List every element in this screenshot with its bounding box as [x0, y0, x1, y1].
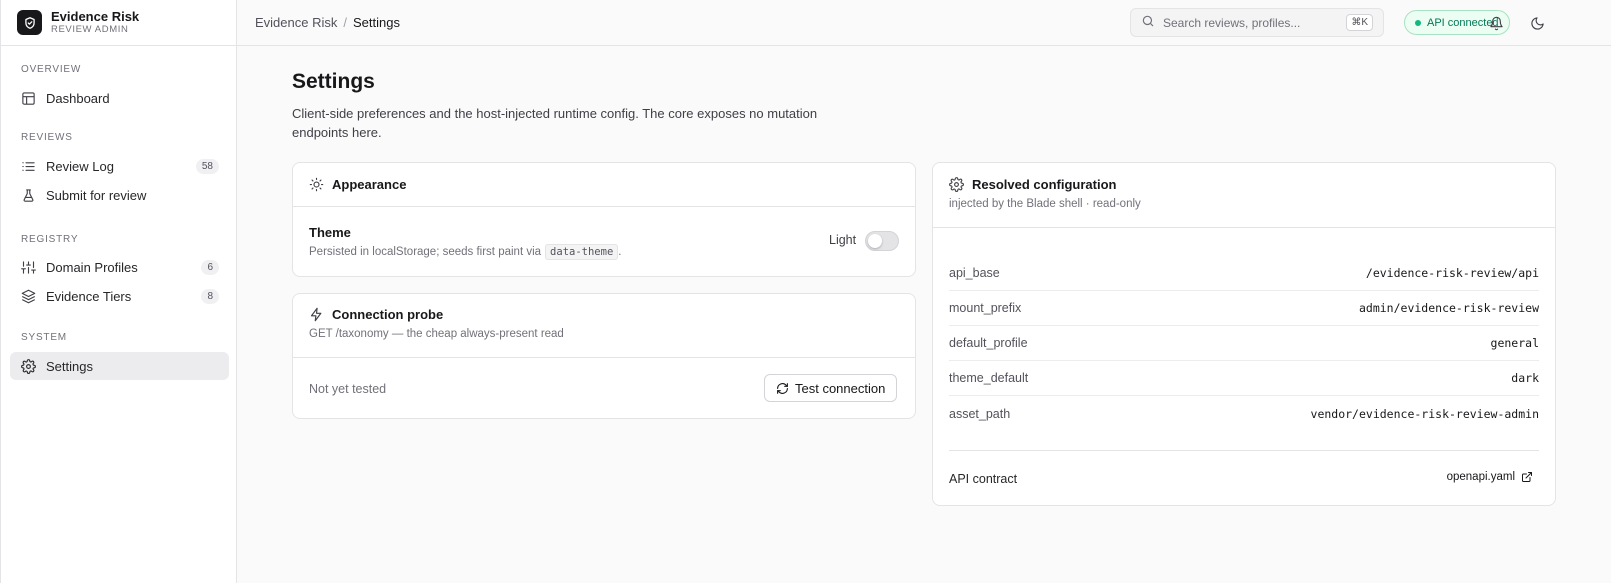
breadcrumb-current: Settings	[353, 15, 400, 30]
theme-desc-text: Persisted in localStorage; seeds first p…	[309, 246, 542, 258]
nav-section-system: SYSTEM	[21, 332, 67, 343]
breadcrumb: Evidence Risk / Settings	[255, 15, 400, 30]
nav-section-registry: REGISTRY	[21, 234, 79, 245]
sidebar-item-label: Review Log	[46, 158, 114, 174]
toggle-knob	[868, 234, 882, 248]
openapi-link-label: openapi.yaml	[1446, 471, 1515, 483]
sidebar-item-label: Submit for review	[46, 187, 147, 203]
layout-icon	[20, 90, 36, 106]
shield-icon	[17, 10, 42, 35]
search-placeholder: Search reviews, profiles...	[1163, 15, 1301, 30]
brand-title: Evidence Risk	[51, 9, 140, 24]
moon-icon[interactable]	[1528, 14, 1546, 32]
bell-icon[interactable]	[1487, 14, 1505, 32]
probe-header: Connection probe	[309, 307, 443, 322]
sidebar-item-domain-profiles[interactable]: Domain Profiles 6	[10, 253, 229, 281]
config-subtitle: injected by the Blade shell · read-only	[949, 198, 1141, 210]
connection-probe-card: Connection probe GET /taxonomy — the che…	[292, 293, 916, 419]
config-value: admin/evidence-risk-review	[1358, 301, 1539, 315]
layers-icon	[20, 288, 36, 304]
config-row: api_base /evidence-risk-review/api	[949, 256, 1539, 291]
config-row: mount_prefix admin/evidence-risk-review	[949, 291, 1539, 326]
config-key: theme_default	[949, 371, 1029, 385]
theme-attr-code: data-theme	[545, 244, 619, 260]
sidebar-item-review-log[interactable]: Review Log 58	[10, 152, 229, 180]
test-connection-button[interactable]: Test connection	[764, 374, 898, 402]
zap-icon	[309, 307, 324, 322]
gear-icon	[20, 358, 36, 374]
divider	[293, 357, 915, 358]
openapi-link[interactable]: openapi.yaml	[1447, 471, 1533, 483]
appearance-title: Appearance	[332, 177, 407, 192]
appearance-header: Appearance	[309, 177, 406, 192]
sidebar-item-label: Domain Profiles	[46, 259, 138, 275]
config-key: mount_prefix	[949, 301, 1022, 315]
appearance-card: Appearance Theme Persisted in localStora…	[292, 162, 916, 277]
resolved-config-card: Resolved configuration injected by the B…	[932, 162, 1556, 506]
theme-description: Persisted in localStorage; seeds first p…	[309, 244, 621, 260]
breadcrumb-root[interactable]: Evidence Risk	[255, 15, 337, 30]
sun-icon	[309, 177, 324, 192]
count-badge: 58	[195, 159, 219, 174]
sidebar-item-label: Evidence Tiers	[46, 288, 132, 304]
brand-subtitle: REVIEW ADMIN	[51, 24, 129, 35]
probe-title: Connection probe	[332, 307, 444, 322]
config-title: Resolved configuration	[972, 177, 1117, 192]
config-header: Resolved configuration	[949, 177, 1116, 192]
count-badge: 8	[201, 289, 219, 304]
gear-icon	[949, 177, 964, 192]
test-connection-label: Test connection	[795, 380, 886, 396]
page-title: Settings	[292, 70, 375, 93]
search-input[interactable]: Search reviews, profiles... ⌘K	[1130, 8, 1384, 37]
list-icon	[20, 158, 36, 174]
brand[interactable]: Evidence Risk REVIEW ADMIN	[1, 0, 236, 46]
toggle-label: Light	[829, 233, 857, 247]
sidebar-item-dashboard[interactable]: Dashboard	[10, 84, 229, 112]
external-link-icon	[1521, 471, 1533, 483]
sliders-icon	[20, 259, 36, 275]
refresh-icon	[776, 382, 789, 395]
sidebar-item-label: Settings	[46, 358, 93, 374]
probe-status: Not yet tested	[309, 382, 387, 396]
contract-label: API contract	[949, 472, 1018, 486]
config-value: vendor/evidence-risk-review-admin	[1310, 406, 1539, 421]
divider	[293, 206, 915, 207]
config-value: general	[1490, 336, 1539, 350]
sidebar-item-submit[interactable]: Submit for review	[10, 181, 229, 209]
divider	[933, 227, 1555, 228]
count-badge: 6	[201, 260, 219, 275]
status-dot	[1415, 19, 1421, 26]
shortcut-hint: ⌘K	[1346, 14, 1373, 31]
divider	[949, 450, 1539, 451]
probe-subtitle: GET /taxonomy — the cheap always-present…	[309, 328, 564, 340]
sidebar: Evidence Risk REVIEW ADMIN OVERVIEW Dash…	[0, 0, 237, 583]
sidebar-item-evidence-tiers[interactable]: Evidence Tiers 8	[10, 282, 229, 310]
topbar: Evidence Risk / Settings Search reviews, p…	[237, 0, 1611, 46]
theme-label: Theme	[309, 225, 351, 240]
config-value: /evidence-risk-review/api	[1365, 266, 1539, 280]
config-value: dark	[1511, 371, 1539, 385]
sidebar-item-settings[interactable]: Settings	[10, 352, 229, 380]
search-icon	[1141, 14, 1155, 31]
theme-desc-end: .	[618, 246, 622, 258]
theme-toggle[interactable]	[865, 231, 899, 251]
flask-icon	[20, 187, 36, 203]
config-row: default_profile general	[949, 326, 1539, 361]
config-row: asset_path vendor/evidence-risk-review-a…	[949, 396, 1539, 431]
page-description: Client-side preferences and the host-inj…	[292, 106, 818, 140]
config-row: theme_default dark	[949, 361, 1539, 396]
config-key: default_profile	[949, 336, 1028, 350]
config-key: asset_path	[949, 406, 1011, 421]
sidebar-item-label: Dashboard	[46, 90, 110, 106]
nav-section-reviews: REVIEWS	[21, 132, 73, 143]
config-key: api_base	[949, 266, 1000, 280]
nav-section-overview: OVERVIEW	[21, 64, 82, 75]
breadcrumb-separator: /	[343, 15, 347, 30]
